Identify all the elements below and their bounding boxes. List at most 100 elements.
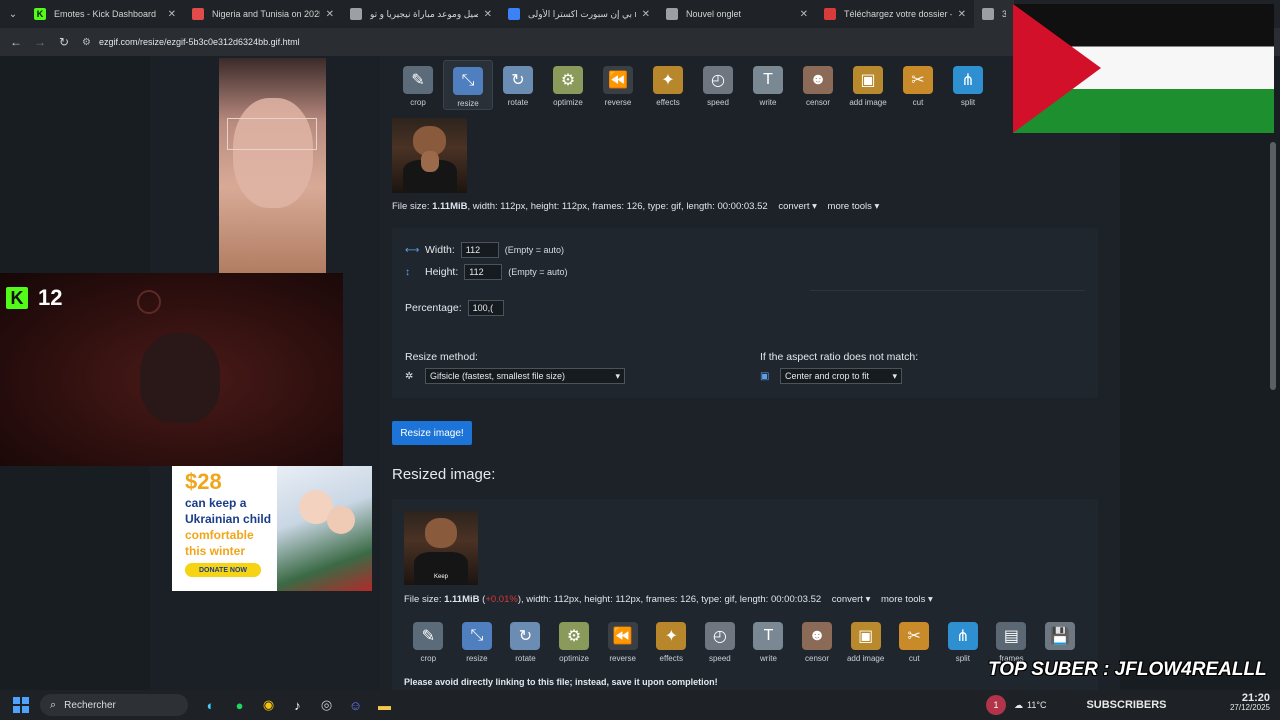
percentage-row: Percentage: 100,(: [405, 300, 504, 316]
vertical-arrows-icon: ↕: [405, 266, 410, 278]
tool-add-image-button[interactable]: ▣ add image: [843, 60, 893, 110]
tool-rotate-button[interactable]: ↻ rotate: [493, 60, 543, 110]
more-tools-dropdown[interactable]: more tools ▾: [828, 201, 880, 212]
tool-label: write: [760, 654, 777, 663]
height-hint: (Empty = auto): [508, 267, 568, 277]
tool-rotate-button[interactable]: ↻ rotate: [501, 616, 550, 666]
aspect-ratio-select[interactable]: Center and crop to fit ▾: [780, 368, 902, 384]
tool-split-button[interactable]: ⋔ split: [939, 616, 988, 666]
windows-start-icon[interactable]: [6, 697, 36, 713]
crop-icon: ✎: [413, 622, 444, 650]
split-icon: ⋔: [947, 622, 978, 650]
tools-toolbar-bottom: ✎ crop ⤡ resize ↻ rotate ⚙ optimize ⏪ reverse ✦ eff…: [404, 616, 1084, 666]
browser-tab[interactable]: Nouvel onglet ✕: [658, 0, 816, 28]
tool-speed-button[interactable]: ◴ speed: [696, 616, 745, 666]
aspect-ratio-label: If the aspect ratio does not match:: [760, 351, 919, 363]
tab-close-icon[interactable]: ✕: [168, 9, 176, 20]
resized-gif-preview[interactable]: Keep: [404, 511, 478, 585]
resize-icon: ⤡: [461, 622, 492, 650]
tiktok-icon[interactable]: ♪: [283, 693, 312, 717]
tab-close-icon[interactable]: ✕: [958, 9, 966, 20]
tab-title: تفاصيل وموعد مباراة نيجيريا و تو: [370, 8, 478, 19]
tool-cut-button[interactable]: ✂ cut: [893, 60, 943, 110]
ad-line-4: this winter: [185, 544, 246, 558]
taskbar-search[interactable]: ⌕ Rechercher: [40, 694, 188, 716]
tab-close-icon[interactable]: ✕: [484, 9, 492, 20]
taskbar-clock[interactable]: 21:20 27/12/2025: [1230, 693, 1270, 713]
ad-photo: [277, 466, 372, 591]
tab-title: بي إن سبورت اكسترا الأولى ming: [528, 8, 636, 19]
tool-label: split: [955, 654, 970, 663]
reload-icon[interactable]: ↻: [52, 35, 76, 49]
tool-effects-button[interactable]: ✦ effects: [643, 60, 693, 110]
tool-censor-button[interactable]: ☻ censor: [793, 60, 843, 110]
weather-temp: 11°C: [1027, 700, 1047, 710]
percentage-input[interactable]: 100,(: [467, 300, 504, 316]
resize-method-select[interactable]: Gifsicle (fastest, smallest file size) ▾: [425, 368, 625, 384]
write-icon: T: [753, 66, 783, 94]
site-info-icon[interactable]: ⚙: [82, 37, 91, 48]
obs-icon[interactable]: ◎: [312, 693, 341, 717]
tab-close-icon[interactable]: ✕: [800, 9, 808, 20]
discord-icon[interactable]: ☺: [341, 693, 370, 717]
result-more-tools-dropdown[interactable]: more tools ▾: [881, 594, 933, 605]
horizontal-arrows-icon: ⟷: [405, 244, 420, 256]
donate-now-button[interactable]: DONATE NOW: [185, 563, 261, 577]
tool-censor-button[interactable]: ☻ censor: [793, 616, 842, 666]
tab-title: Emotes - Kick Dashboard: [54, 9, 157, 19]
page-scrollbar[interactable]: [1270, 142, 1276, 390]
browser-tab[interactable]: تفاصيل وموعد مباراة نيجيريا و تو ✕: [342, 0, 500, 28]
tool-label: speed: [707, 98, 729, 107]
browser-tab[interactable]: K Emotes - Kick Dashboard ✕: [26, 0, 184, 28]
result-convert-dropdown[interactable]: convert ▾: [832, 594, 871, 605]
ad-line-2: Ukrainian child: [185, 512, 272, 526]
tool-reverse-button[interactable]: ⏪ reverse: [593, 60, 643, 110]
browser-tab[interactable]: Téléchargez votre dossier — Ca ✕: [816, 0, 974, 28]
file-explorer-icon[interactable]: ▬: [370, 693, 399, 717]
url-field[interactable]: ⚙ ezgif.com/resize/ezgif-5b3c0e312d6324b…: [82, 37, 300, 48]
tab-close-icon[interactable]: ✕: [326, 9, 334, 20]
edge-icon[interactable]: ◐: [196, 693, 225, 717]
tool-write-button[interactable]: Twrite: [744, 616, 793, 666]
tool-split-button[interactable]: ⋔ split: [943, 60, 993, 110]
chrome-icon[interactable]: ◉: [254, 693, 283, 717]
tool-label: crop: [420, 654, 437, 663]
browser-tab[interactable]: 3e0: [974, 0, 1014, 28]
tool-write-button[interactable]: Twrite: [743, 60, 793, 110]
tool-add-image-button[interactable]: ▣ add image: [841, 616, 890, 666]
tool-optimize-button[interactable]: ⚙ optimize: [543, 60, 593, 110]
split-icon: ⋔: [953, 66, 983, 94]
tab-title: Téléchargez votre dossier — Ca: [844, 9, 952, 19]
tool-optimize-button[interactable]: ⚙ optimize: [550, 616, 599, 666]
cut-icon: ✂: [903, 66, 933, 94]
tool-crop-button[interactable]: ✎ crop: [393, 60, 443, 110]
browser-tab[interactable]: Nigeria and Tunisia on 2025-12 ✕: [184, 0, 342, 28]
tool-cut-button[interactable]: ✂ cut: [890, 616, 939, 666]
resize-image-button[interactable]: Resize image!: [392, 421, 472, 445]
tab-favicon-icon: K: [34, 8, 46, 20]
tool-speed-button[interactable]: ◴ speed: [693, 60, 743, 110]
tool-label: resize: [457, 99, 479, 108]
spotify-icon[interactable]: ●: [225, 693, 254, 717]
tool-resize-button[interactable]: ⤡ resize: [453, 616, 502, 666]
tool-effects-button[interactable]: ✦ effects: [647, 616, 696, 666]
tool-label: rotate: [507, 98, 529, 107]
tool-resize-button[interactable]: ⤡ resize: [443, 60, 493, 110]
height-input[interactable]: 112: [464, 264, 503, 280]
convert-dropdown[interactable]: convert ▾: [778, 201, 817, 212]
tab-close-icon[interactable]: ✕: [642, 9, 650, 20]
back-arrow-icon[interactable]: ←: [4, 35, 28, 49]
browser-tab[interactable]: بي إن سبورت اكسترا الأولى ming ✕: [500, 0, 658, 28]
forward-arrow-icon[interactable]: →: [28, 35, 52, 49]
notification-badge[interactable]: 1: [986, 695, 1006, 715]
aspect-ratio-row: ▣ Center and crop to fit ▾: [760, 368, 902, 384]
write-icon: T: [753, 622, 784, 650]
tool-crop-button[interactable]: ✎ crop: [404, 616, 453, 666]
width-input[interactable]: 112: [460, 242, 499, 258]
donation-ad[interactable]: $28 can keep a Ukrainian child comfortab…: [172, 466, 372, 591]
tool-reverse-button[interactable]: ⏪ reverse: [598, 616, 647, 666]
tool-label: optimize: [553, 98, 583, 107]
reverse-icon: ⏪: [603, 66, 633, 94]
width-label: Width:: [425, 244, 455, 256]
tab-search-chevron-icon[interactable]: ⌄: [0, 0, 26, 28]
